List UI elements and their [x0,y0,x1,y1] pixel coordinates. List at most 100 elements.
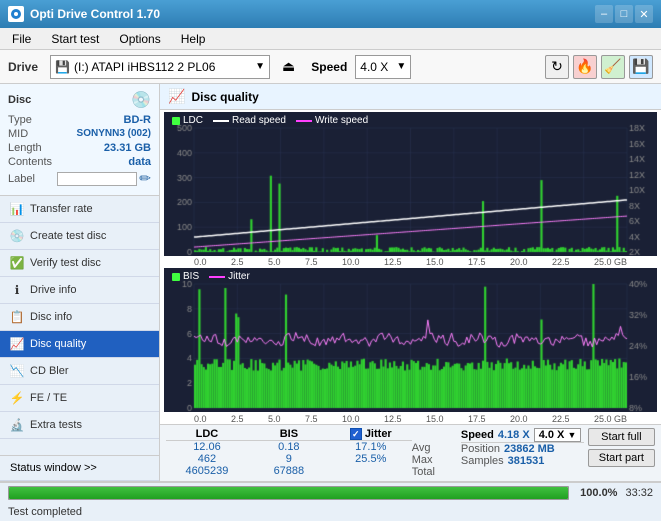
disc-label-label: Label [8,173,35,185]
ldc-total: 4605239 [186,465,229,477]
menu-start-test[interactable]: Start test [43,30,107,48]
refresh-button[interactable]: ↻ [545,55,569,79]
jitter-stats: Jitter 17.1% 25.5% [330,428,412,465]
erase-button[interactable]: 🧹 [601,55,625,79]
contents-label: Contents [8,156,52,168]
jitter-max: 25.5% [355,453,386,465]
disc-quality-header: 📈 Disc quality [160,84,661,110]
sidebar-item-verify-test-disc[interactable]: ✅ Verify test disc [0,250,159,277]
label-edit-icon[interactable]: ✏ [139,170,151,187]
status-window-label: Status window >> [10,462,97,474]
menu-options[interactable]: Options [111,30,168,48]
sidebar-item-cd-bler[interactable]: 📉 CD Bler [0,358,159,385]
disc-quality-title: Disc quality [191,90,258,104]
bis-legend-label: BIS [183,271,199,282]
burn-button[interactable]: 🔥 [573,55,597,79]
nav-label-transfer-rate: Transfer rate [30,203,93,215]
sidebar-item-disc-info[interactable]: 📋 Disc info [0,304,159,331]
jitter-header-label: Jitter [365,428,392,440]
speed-stat-selector[interactable]: 4.0 X ▼ [534,428,582,442]
drive-info-icon: ℹ [10,283,24,297]
upper-chart-x-axis: 0.02.55.07.510.012.515.017.520.022.525.0… [164,257,657,267]
menu-bar: File Start test Options Help [0,28,661,50]
sidebar-item-transfer-rate[interactable]: 📊 Transfer rate [0,196,159,223]
transfer-rate-icon: 📊 [10,202,24,216]
disc-panel-icon: 💿 [131,90,151,110]
write-speed-legend-label: Write speed [315,115,368,126]
upper-chart-legend: LDC Read speed Write speed [172,115,368,126]
avg-label: Avg [412,442,431,454]
bis-legend: BIS [172,271,199,282]
bis-total: 67888 [274,465,305,477]
cd-bler-icon: 📉 [10,364,24,378]
length-value: 23.31 GB [104,142,151,154]
nav-label-drive-info: Drive info [30,284,76,296]
jitter-legend-label: Jitter [228,271,250,282]
sidebar-item-fe-te[interactable]: ⚡ FE / TE [0,385,159,412]
nav-label-fe-te: FE / TE [30,392,67,404]
drive-label: Drive [8,60,38,74]
jitter-legend: Jitter [209,271,250,282]
close-button[interactable]: ✕ [635,5,653,23]
menu-file[interactable]: File [4,30,39,48]
status-section: Status window >> [0,455,159,481]
nav-label-verify-test-disc: Verify test disc [30,257,101,269]
drive-selector[interactable]: 💾 (I:) ATAPI iHBS112 2 PL06 ▼ [50,55,270,79]
status-window-button[interactable]: Status window >> [0,456,159,481]
write-speed-legend: Write speed [296,115,368,126]
disc-quality-icon-header: 📈 [168,88,185,105]
sidebar-item-drive-info[interactable]: ℹ Drive info [0,277,159,304]
eject-button[interactable]: ⏏ [282,58,295,75]
speed-stat-select-value: 4.0 X [539,429,565,441]
start-part-button[interactable]: Start part [588,449,655,467]
ldc-max: 462 [198,453,216,465]
jitter-legend-color [209,276,225,278]
speed-position-stats: Speed 4.18 X 4.0 X ▼ Position 23862 MB [461,428,584,467]
nav-label-create-test-disc: Create test disc [30,230,106,242]
stats-grid: LDC 12.06 462 4605239 BIS 0.18 9 67888 [166,428,655,478]
elapsed-time: 33:32 [625,487,653,499]
nav-label-extra-tests: Extra tests [30,419,82,431]
speed-selector[interactable]: 4.0 X ▼ [355,55,411,79]
start-full-button[interactable]: Start full [588,428,655,446]
progress-percentage: 100.0% [577,487,617,499]
drive-name: (I:) ATAPI iHBS112 2 PL06 [74,60,215,74]
jitter-header: Jitter [330,428,412,441]
read-speed-legend-label: Read speed [232,115,286,126]
read-speed-legend-color [213,120,229,122]
progress-bar-container [8,486,569,500]
speed-stat-value: 4.18 X [498,429,530,441]
minimize-button[interactable]: – [595,5,613,23]
status-text-row: Test completed [0,502,661,521]
ldc-legend-label: LDC [183,115,203,126]
type-label: Type [8,114,32,126]
jitter-avg: 17.1% [355,441,386,453]
sidebar-item-extra-tests[interactable]: 🔬 Extra tests [0,412,159,439]
drive-icon: 💾 [55,60,70,74]
total-label: Total [412,466,435,478]
position-value: 23862 MB [504,443,555,455]
lower-chart-legend: BIS Jitter [172,271,250,282]
disc-quality-icon: 📈 [10,337,24,351]
disc-label-input[interactable] [57,172,137,186]
main-area: Disc 💿 Type BD-R MID SONYNN3 (002) Lengt… [0,84,661,481]
menu-help[interactable]: Help [173,30,214,48]
title-bar: Opti Drive Control 1.70 – □ ✕ [0,0,661,28]
nav-label-disc-info: Disc info [30,311,72,323]
action-buttons: Start full Start part [584,428,655,467]
save-button[interactable]: 💾 [629,55,653,79]
row-labels: Avg Max Total [412,428,461,478]
maximize-button[interactable]: □ [615,5,633,23]
bis-header: BIS [248,428,330,441]
ldc-header: LDC [166,428,248,441]
sidebar-item-disc-quality[interactable]: 📈 Disc quality [0,331,159,358]
jitter-checkbox[interactable] [350,428,362,440]
ldc-stats: LDC 12.06 462 4605239 [166,428,248,477]
speed-label: Speed [311,60,347,74]
drive-dropdown-icon: ▼ [255,61,265,72]
sidebar-item-create-test-disc[interactable]: 💿 Create test disc [0,223,159,250]
extra-tests-icon: 🔬 [10,418,24,432]
speed-value: 4.0 X [360,60,388,74]
disc-info-panel: Disc 💿 Type BD-R MID SONYNN3 (002) Lengt… [0,84,159,196]
mid-value: SONYNN3 (002) [77,128,151,140]
